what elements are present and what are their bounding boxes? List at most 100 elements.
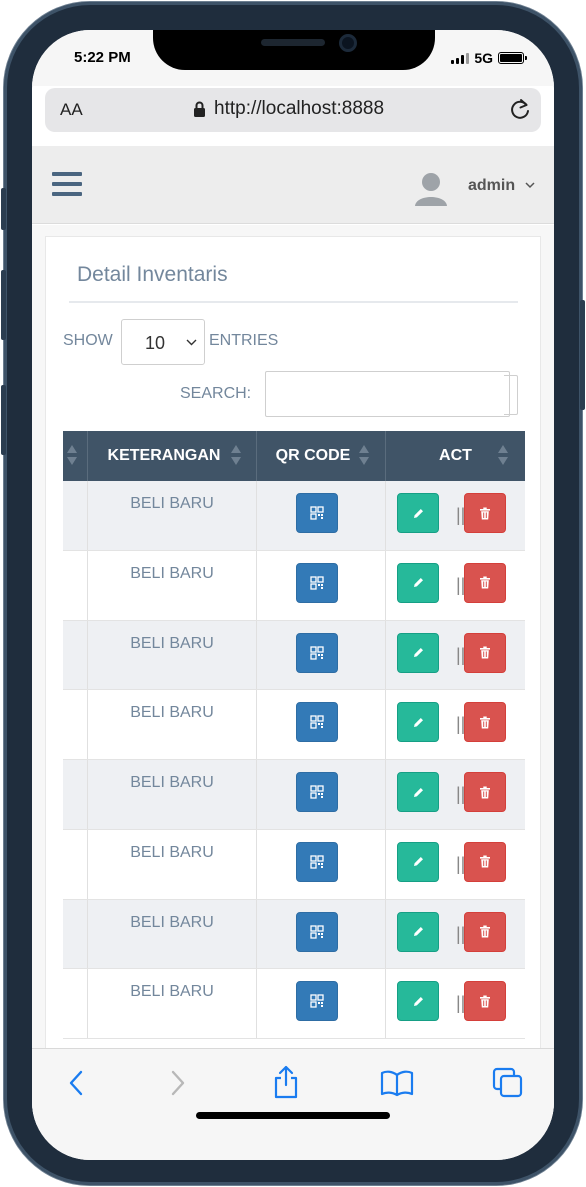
qr-code-icon (310, 994, 324, 1008)
keterangan-text: BELI BARU (130, 913, 214, 931)
tabs-icon[interactable] (492, 1067, 524, 1099)
table-row: BELI BARU || (63, 760, 525, 830)
browser-toolbar (32, 1048, 554, 1160)
table-header-keterangan[interactable]: KETERANGAN (88, 431, 257, 481)
keterangan-text: BELI BARU (130, 774, 214, 791)
home-indicator (196, 1112, 390, 1119)
front-camera (339, 34, 357, 52)
qr-code-button[interactable] (296, 911, 338, 952)
keterangan-cell: BELI BARU (88, 969, 257, 1038)
edit-button[interactable] (397, 772, 439, 812)
pencil-icon (413, 717, 423, 727)
qr-code-button[interactable] (296, 981, 338, 1022)
table-row: BELI BARU || (63, 481, 525, 551)
qr-code-cell (257, 690, 386, 759)
bookmarks-icon[interactable] (380, 1069, 414, 1097)
edit-button[interactable] (397, 841, 439, 882)
edit-button[interactable] (397, 981, 439, 1022)
hidden-column-cell (63, 481, 88, 550)
act-cell: || (386, 621, 525, 690)
edit-button[interactable] (397, 911, 439, 952)
user-menu-label[interactable]: admin (468, 177, 515, 195)
delete-button[interactable] (464, 981, 506, 1022)
act-cell: || (386, 551, 525, 620)
pencil-icon (413, 648, 423, 657)
device-notch (153, 30, 435, 70)
edit-button[interactable] (397, 562, 439, 603)
phone-screen: 5:22 PM 5G AA http://localhost:8888 admi… (32, 30, 554, 1160)
delete-button[interactable] (464, 632, 506, 673)
delete-button[interactable] (464, 841, 506, 882)
qr-code-button[interactable] (296, 562, 338, 603)
keterangan-text: BELI BARU (130, 495, 214, 512)
chevron-down-icon[interactable] (525, 182, 535, 189)
act-cell: || (386, 760, 525, 829)
hidden-column-cell (63, 620, 88, 690)
back-icon[interactable] (68, 1069, 84, 1097)
text-size-button[interactable]: AA (60, 100, 83, 120)
table-row: BELI BARU || (63, 899, 525, 970)
keterangan-cell: BELI BARU (88, 550, 257, 620)
delete-button[interactable] (464, 493, 506, 533)
phone-side-button (1, 188, 6, 230)
act-cell: || (386, 830, 525, 899)
forward-icon[interactable] (170, 1069, 186, 1097)
delete-button[interactable] (464, 772, 506, 812)
table-header-row: KETERANGAN QR CODE ACT (63, 431, 525, 481)
panel-title: Detail Inventaris (77, 263, 228, 286)
qr-code-icon (310, 924, 324, 939)
edit-button[interactable] (397, 702, 439, 743)
edit-button[interactable] (397, 493, 439, 533)
qr-code-icon (310, 645, 324, 660)
qr-code-icon (310, 506, 324, 520)
chevron-down-icon (186, 339, 197, 346)
entries-per-page-value: 10 (145, 333, 166, 353)
panel-divider (69, 301, 518, 303)
sort-icon (67, 445, 77, 467)
reload-button[interactable] (507, 96, 533, 129)
qr-code-button[interactable] (296, 702, 338, 743)
lock-icon (194, 101, 205, 117)
keterangan-cell: BELI BARU (88, 760, 257, 829)
phone-power-button (580, 300, 585, 410)
keterangan-text: BELI BARU (130, 704, 214, 722)
url-display[interactable]: http://localhost:8888 (193, 98, 384, 120)
app-header: admin (32, 146, 554, 224)
battery-icon (498, 52, 527, 64)
qr-code-cell (257, 481, 386, 550)
pencil-icon (413, 996, 423, 1006)
trash-icon (480, 995, 490, 1008)
qr-code-button[interactable] (296, 632, 338, 673)
entries-per-page-select[interactable]: 10 (121, 319, 205, 365)
qr-code-button[interactable] (296, 493, 338, 533)
inventory-table: KETERANGAN QR CODE ACT BELI BARU || BELI… (63, 431, 525, 1136)
keterangan-text: BELI BARU (130, 634, 214, 652)
inventory-detail-panel: Detail Inventaris SHOW 10 ENTRIES SEARCH… (45, 236, 541, 1136)
user-avatar-icon[interactable] (413, 170, 449, 206)
delete-button[interactable] (464, 702, 506, 743)
search-input-edge (504, 375, 518, 415)
edit-button[interactable] (397, 632, 439, 673)
menu-toggle-button[interactable] (52, 172, 82, 202)
hidden-column-cell (63, 690, 88, 759)
sort-icon (231, 445, 241, 467)
keterangan-cell: BELI BARU (88, 829, 257, 899)
table-header-act[interactable]: ACT (386, 431, 525, 481)
browser-address-bar[interactable]: AA http://localhost:8888 (45, 88, 541, 132)
qr-code-button[interactable] (296, 772, 338, 812)
search-label: SEARCH: (180, 385, 252, 402)
trash-icon (480, 925, 490, 938)
qr-code-button[interactable] (296, 841, 338, 882)
phone-volume-down-button (1, 385, 6, 455)
qr-code-cell (257, 969, 386, 1038)
qr-code-cell (257, 829, 386, 899)
show-label: SHOW (63, 332, 113, 349)
share-icon[interactable] (272, 1065, 300, 1099)
table-body: BELI BARU || BELI BARU || BELI BARU || B… (63, 481, 525, 1039)
qr-code-icon (310, 855, 324, 869)
delete-button[interactable] (464, 562, 506, 603)
table-header-hidden-column[interactable] (63, 431, 88, 481)
table-header-qr-code[interactable]: QR CODE (257, 431, 386, 481)
search-input[interactable] (265, 371, 510, 417)
delete-button[interactable] (464, 911, 506, 952)
